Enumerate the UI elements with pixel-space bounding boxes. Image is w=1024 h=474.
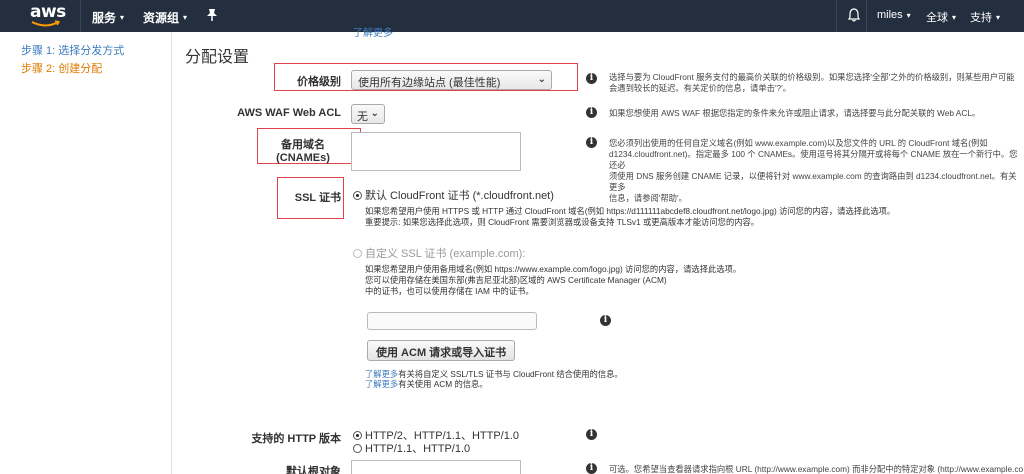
price-class-label: 价格级别 [297, 76, 341, 88]
pin-icon[interactable] [206, 8, 218, 22]
step-2-current: 步骤 2: 创建分配 [21, 63, 103, 75]
cnames-help-line: 信息，请参阅'帮助'。 [609, 193, 687, 203]
cnames-help-line: 您必须列出使用的任何自定义域名(例如 www.example.com)以及您文件… [609, 138, 988, 148]
info-icon[interactable]: i [586, 73, 597, 84]
chevron-down-icon: ▾ [120, 13, 125, 22]
waf-label: AWS WAF Web ACL [237, 107, 341, 119]
root-object-input[interactable] [351, 460, 521, 474]
description-line: 重要提示: 如果您选择此选项，则 CloudFront 需要浏览器或设备支持 T… [365, 217, 760, 227]
description-line: 如果您希望用户使用备用域名(例如 https://www.example.com… [365, 264, 742, 274]
info-icon[interactable]: i [600, 315, 611, 326]
resource-groups-menu[interactable]: 资源组 ▾ [143, 9, 187, 26]
learn-more-link[interactable]: 了解更多 [365, 379, 398, 389]
radio-unselected [353, 443, 362, 453]
default-cert-radio[interactable]: 默认 CloudFront 证书 (*.cloudfront.net) [353, 187, 554, 203]
waf-value: 无 [357, 111, 368, 123]
chevron-down-icon: ▾ [906, 10, 911, 20]
waf-help: 如果您想使用 AWS WAF 根据您指定的条件来允许或阻止请求，请选择要与此分配… [609, 108, 981, 118]
default-cert-label: 默认 CloudFront 证书 (*.cloudfront.net) [365, 190, 554, 202]
price-class-value: 使用所有边缘站点 (最佳性能) [358, 77, 501, 89]
default-cert-description: 如果您希望用户使用 HTTPS 或 HTTP 通过 CloudFront 域名(… [365, 206, 925, 228]
bell-icon[interactable] [848, 8, 860, 22]
root-object-help: 可选。您希望当查看器请求指向根 URL (http://www.example.… [609, 464, 1023, 474]
services-label: 服务 [92, 11, 117, 25]
chevron-down-icon: ▾ [996, 12, 1001, 22]
cnames-help-line: 须使用 DNS 服务创建 CNAME 记录，以便将针对 www.example.… [609, 171, 1017, 192]
learn-more-link[interactable]: 了解更多 [353, 24, 393, 39]
custom-cert-label: 自定义 SSL 证书 (example.com): [365, 248, 526, 260]
radio-selected [353, 190, 362, 200]
waf-select[interactable]: 无 ⌄ [351, 104, 385, 124]
cnames-label-line2: (CNAMEs) [276, 152, 330, 164]
root-object-label: 默认根对象 [286, 466, 341, 474]
user-menu[interactable]: miles ▾ [877, 9, 911, 21]
cnames-help: 您必须列出使用的任何自定义域名(例如 www.example.com)以及您文件… [609, 138, 1023, 204]
cnames-help-line: d1234.cloudfront.net)。指定最多 100 个 CNAMEs。… [609, 149, 1018, 170]
nav-divider [80, 0, 81, 32]
learn-more-text: 有关使用 ACM 的信息。 [398, 379, 488, 389]
acm-learn-more-line: 了解更多有关使用 ACM 的信息。 [365, 378, 488, 390]
chevron-down-icon: ⌄ [537, 74, 546, 85]
nav-divider [866, 0, 867, 32]
support-label: 支持 [970, 12, 992, 24]
aws-logo[interactable]: aws [30, 2, 66, 22]
main-content: 了解更多 分配设置 价格级别 使用所有边缘站点 (最佳性能) ⌄ i 选择与要为… [173, 28, 1024, 474]
support-menu[interactable]: 支持 ▾ [970, 9, 1000, 25]
step-1-link[interactable]: 步骤 1: 选择分发方式 [21, 42, 124, 58]
chevron-down-icon: ▾ [183, 13, 188, 22]
description-line: 如果您希望用户使用 HTTPS 或 HTTP 通过 CloudFront 域名(… [365, 206, 896, 216]
info-icon[interactable]: i [586, 429, 597, 440]
description-line: 您可以使用存储在美国东部(弗吉尼亚北部)区域的 AWS Certificate … [365, 275, 667, 285]
wizard-sidebar: 步骤 1: 选择分发方式 步骤 2: 创建分配 [0, 32, 172, 474]
price-class-help: 选择与要为 CloudFront 服务支付的最高价关联的价格级别。如果您选择'全… [609, 72, 1015, 93]
cnames-label-line1: 备用域名 [281, 139, 325, 151]
info-icon[interactable]: i [586, 137, 597, 148]
nav-divider [836, 0, 837, 32]
user-label: miles [877, 9, 903, 21]
info-icon[interactable]: i [586, 463, 597, 474]
custom-cert-radio[interactable]: 自定义 SSL 证书 (example.com): [353, 245, 525, 261]
ssl-label: SSL 证书 [294, 192, 341, 204]
custom-cert-description: 如果您希望用户使用备用域名(例如 https://www.example.com… [365, 264, 785, 297]
page-title: 分配设置 [185, 49, 250, 66]
http11-radio[interactable]: HTTP/1.1、HTTP/1.0 [353, 440, 470, 456]
chevron-down-icon: ⌄ [370, 108, 379, 119]
aws-smile-icon [31, 20, 61, 27]
cnames-textarea[interactable] [351, 132, 521, 171]
radio-selected [353, 430, 362, 440]
radio-unselected [353, 248, 362, 258]
acm-request-button[interactable]: 使用 ACM 请求或导入证书 [367, 340, 516, 361]
custom-cert-input[interactable] [367, 312, 537, 330]
description-line: 中的证书，也可以使用存储在 IAM 中的证书。 [365, 286, 534, 296]
http11-label: HTTP/1.1、HTTP/1.0 [365, 443, 471, 455]
services-menu[interactable]: 服务 ▾ [92, 9, 124, 26]
chevron-down-icon: ▾ [952, 12, 957, 22]
http-version-label: 支持的 HTTP 版本 [251, 433, 341, 445]
price-class-select[interactable]: 使用所有边缘站点 (最佳性能) ⌄ [351, 70, 552, 90]
region-menu[interactable]: 全球 ▾ [926, 9, 956, 25]
region-label: 全球 [926, 12, 948, 24]
info-icon[interactable]: i [586, 107, 597, 118]
top-navigation-bar: aws 服务 ▾ 资源组 ▾ miles ▾ 全球 ▾ 支持 ▾ [0, 0, 1024, 32]
cnames-label: 备用域名 (CNAMEs) [265, 136, 341, 164]
resource-groups-label: 资源组 [143, 11, 180, 25]
